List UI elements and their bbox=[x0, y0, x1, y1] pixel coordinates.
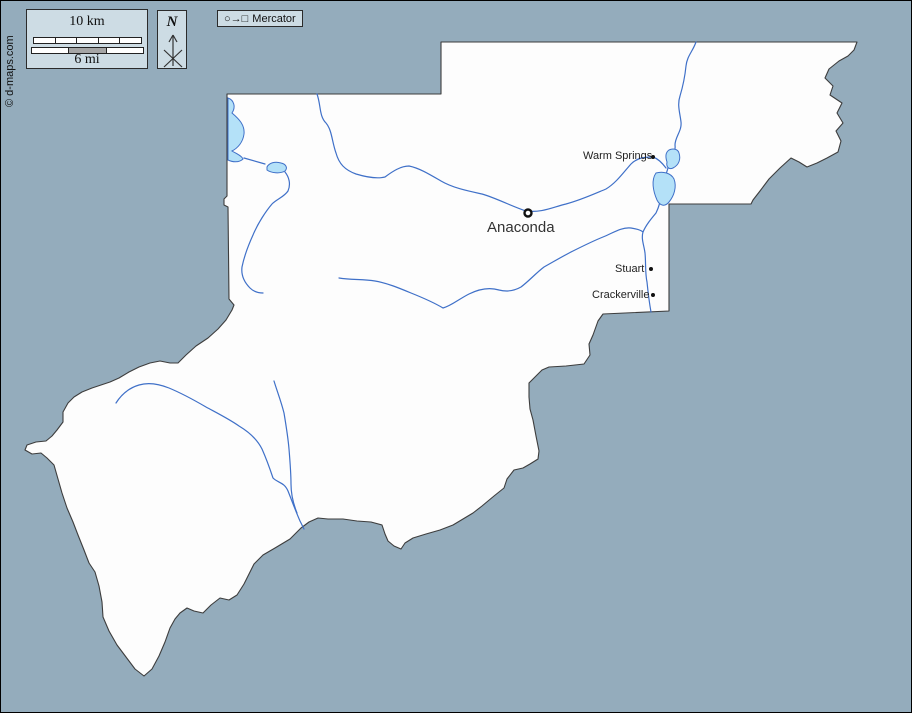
city-label-stuart: Stuart bbox=[615, 264, 644, 275]
compass-panel: N bbox=[157, 10, 187, 69]
city-dot-crackerville bbox=[651, 293, 655, 297]
scale-km-segment bbox=[56, 38, 78, 43]
scale-km-segment bbox=[77, 38, 99, 43]
outlet-pond bbox=[267, 162, 286, 173]
county-shape bbox=[25, 42, 857, 676]
map-canvas bbox=[1, 1, 912, 713]
city-marker-anaconda bbox=[525, 210, 532, 217]
scale-mi-label: 6 mi bbox=[27, 52, 147, 68]
copyright-text: © d-maps.com bbox=[4, 35, 16, 107]
projection-name: Mercator bbox=[252, 13, 295, 25]
map-screenshot: Warm Springs Anaconda Stuart Crackervill… bbox=[0, 0, 912, 713]
scale-bar-panel: 10 km 6 mi bbox=[26, 9, 148, 69]
projection-panel: ○→□ Mercator bbox=[217, 10, 303, 27]
compass-arrow-icon bbox=[161, 32, 185, 69]
scale-km-segment bbox=[34, 38, 56, 43]
compass-north-label: N bbox=[158, 14, 186, 31]
city-dot-stuart bbox=[649, 267, 653, 271]
city-label-warm-springs: Warm Springs bbox=[583, 151, 652, 162]
projection-symbols-icon: ○→□ bbox=[224, 13, 248, 25]
scale-km-label: 10 km bbox=[27, 14, 147, 30]
scale-km-segment bbox=[120, 38, 141, 43]
scale-bar-km bbox=[33, 37, 142, 44]
city-label-anaconda: Anaconda bbox=[487, 220, 555, 235]
scale-km-segment bbox=[99, 38, 121, 43]
city-label-crackerville: Crackerville bbox=[592, 290, 649, 301]
